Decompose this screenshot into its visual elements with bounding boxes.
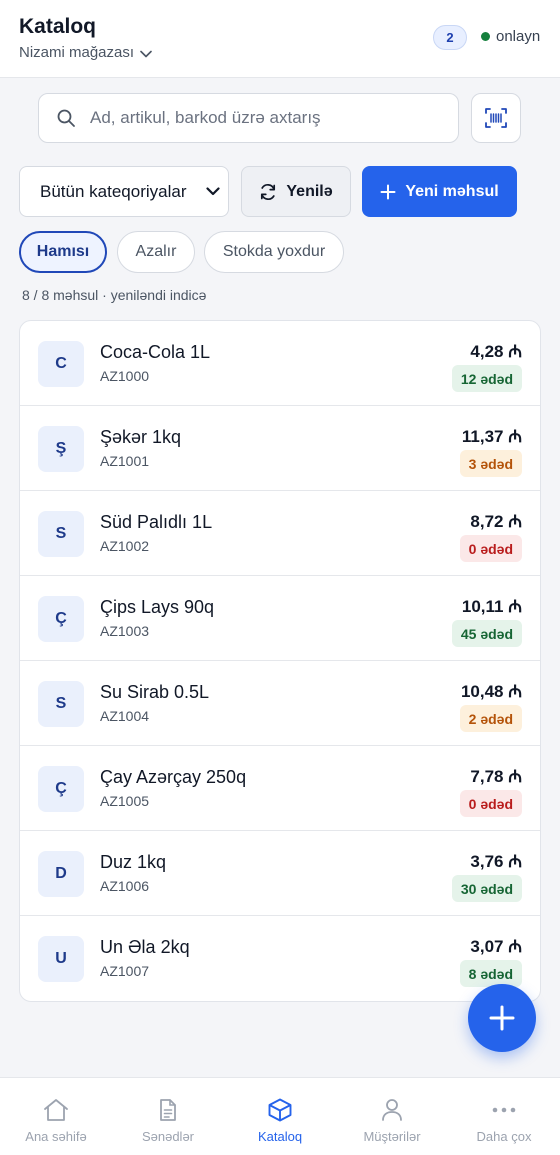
product-name: Süd Palıdlı 1L	[100, 512, 213, 532]
list-summary: 8 / 8 məhsul · yeniləndi indicə	[22, 287, 207, 303]
nav-item-customers[interactable]: Müştərilər	[336, 1078, 448, 1155]
product-sku: AZ1000	[100, 368, 150, 384]
product-price: 10,11 ₼	[461, 597, 522, 616]
product-sku: AZ1005	[100, 793, 150, 809]
connection-status: onlayn	[481, 28, 540, 45]
product-row[interactable]: Ç Çay Azərçay 250q AZ1005 7,78 ₼ 0 ədəd	[20, 746, 540, 831]
box-icon	[268, 1098, 292, 1122]
product-avatar: U	[38, 936, 84, 982]
document-icon	[160, 1099, 176, 1121]
barcode-scan-button[interactable]	[471, 93, 521, 143]
search-input[interactable]	[90, 108, 430, 128]
app-header: Kataloq Nizami mağazası 2 onlayn	[0, 0, 560, 78]
product-avatar: S	[38, 681, 84, 727]
product-name: Coca-Cola 1L	[100, 342, 211, 362]
refresh-icon	[261, 183, 276, 200]
nav-item-documents[interactable]: Sənədlər	[112, 1078, 224, 1155]
product-row[interactable]: S Süd Palıdlı 1L AZ1002 8,72 ₼ 0 ədəd	[20, 491, 540, 576]
product-sku: AZ1006	[100, 878, 150, 894]
product-sku: AZ1004	[100, 708, 150, 724]
category-select-value: Bütün kateqoriyalar	[40, 181, 187, 201]
product-row[interactable]: D Duz 1kq AZ1006 3,76 ₼ 30 ədəd	[20, 831, 540, 916]
filter-chip-low[interactable]: Azalır	[117, 231, 195, 273]
search-icon	[57, 109, 75, 127]
product-name: Şəkər 1kq	[100, 427, 182, 447]
product-avatar: Ş	[38, 426, 84, 472]
nav-item-home[interactable]: Ana səhifə	[0, 1078, 112, 1155]
product-row[interactable]: S Su Sirab 0.5L AZ1004 10,48 ₼ 2 ədəd	[20, 661, 540, 746]
plus-icon	[380, 184, 396, 199]
stock-badge: 45 ədəd	[451, 620, 522, 647]
product-row[interactable]: Ç Çips Lays 90q AZ1003 10,11 ₼ 45 ədəd	[20, 576, 540, 661]
nav-label: Daha çox	[476, 1129, 532, 1144]
product-avatar: Ç	[38, 766, 84, 812]
plus-icon	[489, 1005, 515, 1031]
user-icon	[382, 1099, 402, 1121]
product-price: 3,76 ₼	[470, 852, 522, 871]
home-icon	[44, 1099, 68, 1121]
stock-badge: 0 ədəd	[459, 535, 522, 562]
new-product-button[interactable]: Yeni məhsul	[362, 166, 517, 217]
product-sku: AZ1001	[100, 453, 150, 469]
filter-chip-out-of-stock[interactable]: Stokda yoxdur	[204, 231, 344, 273]
stock-badge: 30 ədəd	[451, 875, 522, 902]
barcode-scan-icon	[485, 108, 507, 128]
product-sku: AZ1007	[100, 963, 150, 979]
bottom-nav: Ana səhifə Sənədlər Kataloq Müştərilər D…	[0, 1077, 560, 1155]
product-price: 7,78 ₼	[470, 767, 522, 786]
product-price: 10,48 ₼	[460, 682, 522, 701]
stock-badge: 8 ədəd	[459, 960, 522, 987]
product-avatar: S	[38, 511, 84, 557]
stock-badge: 2 ədəd	[459, 705, 522, 732]
refresh-button[interactable]: Yenilə	[241, 166, 351, 217]
product-name: Su Sirab 0.5L	[100, 682, 210, 702]
nav-item-catalog[interactable]: Kataloq	[224, 1078, 336, 1155]
product-price: 8,72 ₼	[470, 512, 522, 531]
status-label: onlayn	[496, 28, 541, 45]
product-price: 4,28 ₼	[470, 342, 522, 361]
search-box[interactable]	[38, 93, 459, 143]
stock-badge: 0 ədəd	[459, 790, 522, 817]
chevron-down-icon	[140, 50, 152, 57]
product-name: Çay Azərçay 250q	[100, 767, 247, 787]
stock-badge: 3 ədəd	[459, 450, 522, 477]
pending-count-badge[interactable]: 2	[433, 25, 467, 50]
product-avatar: D	[38, 851, 84, 897]
product-avatar: C	[38, 341, 84, 387]
refresh-label: Yenilə	[286, 182, 333, 200]
store-selector[interactable]: Nizami mağazası	[19, 44, 152, 61]
product-name: Un Əla 2kq	[100, 937, 190, 957]
filter-chip-all[interactable]: Hamısı	[19, 231, 107, 273]
product-row[interactable]: U Un Əla 2kq AZ1007 3,07 ₼ 8 ədəd	[20, 916, 540, 1001]
nav-label: Kataloq	[257, 1129, 303, 1144]
product-list: C Coca-Cola 1L AZ1000 4,28 ₼ 12 ədəd Ş Ş…	[19, 320, 541, 1002]
product-row[interactable]: C Coca-Cola 1L AZ1000 4,28 ₼ 12 ədəd	[20, 321, 540, 406]
nav-label: Müştərilər	[363, 1129, 421, 1144]
nav-item-more[interactable]: Daha çox	[448, 1078, 560, 1155]
product-price: 3,07 ₼	[470, 937, 522, 956]
product-sku: AZ1003	[100, 623, 150, 639]
stock-badge: 12 ədəd	[451, 365, 522, 392]
product-price: 11,37 ₼	[461, 427, 522, 446]
nav-label: Ana səhifə	[25, 1129, 87, 1144]
product-name: Çips Lays 90q	[100, 597, 215, 617]
product-sku: AZ1002	[100, 538, 150, 554]
product-row[interactable]: Ş Şəkər 1kq AZ1001 11,37 ₼ 3 ədəd	[20, 406, 540, 491]
nav-label: Sənədlər	[141, 1129, 195, 1144]
more-dots-icon	[492, 1107, 516, 1113]
status-dot-icon	[481, 32, 490, 41]
new-product-label: Yeni məhsul	[405, 182, 499, 200]
product-avatar: Ç	[38, 596, 84, 642]
store-name: Nizami mağazası	[19, 44, 135, 61]
add-product-fab[interactable]	[468, 984, 536, 1052]
category-select[interactable]: Bütün kateqoriyalar	[19, 166, 229, 217]
page-title: Kataloq	[19, 15, 97, 38]
chevron-down-icon	[206, 187, 220, 196]
product-name: Duz 1kq	[100, 852, 167, 872]
